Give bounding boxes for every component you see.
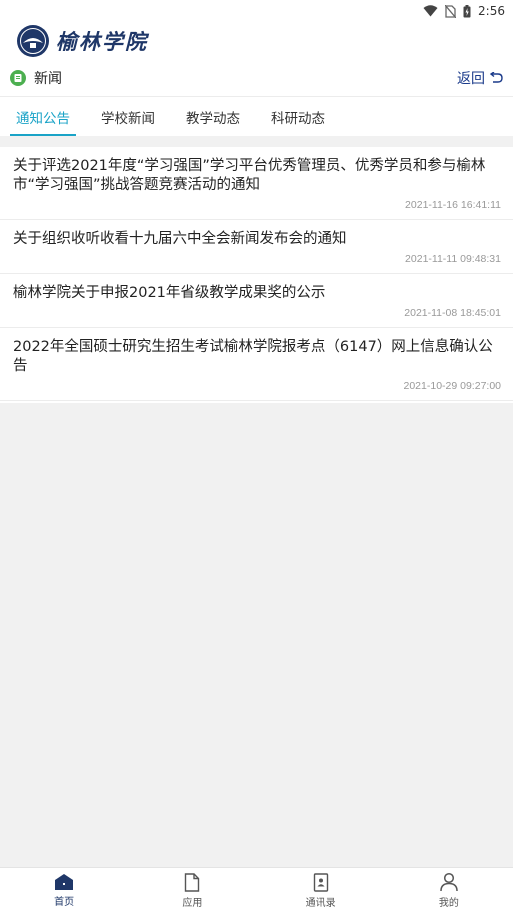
- news-date: 2021-11-08 18:45:01: [404, 307, 501, 319]
- news-date: 2021-11-11 09:48:31: [405, 253, 501, 265]
- news-list: 关于评选2021年度“学习强国”学习平台优秀管理员、优秀学员和参与榆林市“学习强…: [0, 147, 513, 403]
- news-title: 关于评选2021年度“学习强国”学习平台优秀管理员、优秀学员和参与榆林市“学习强…: [13, 158, 486, 193]
- tab-notices[interactable]: 通知公告: [10, 97, 76, 136]
- news-title: 关于组织收听收看十九届六中全会新闻发布会的通知: [13, 231, 347, 247]
- back-button[interactable]: 返回: [457, 68, 503, 88]
- wifi-icon: [423, 5, 438, 17]
- news-title: 2022年全国硕士研究生招生考试榆林学院报考点（6147）网上信息确认公告: [13, 339, 493, 374]
- status-time: 2:56: [478, 4, 505, 18]
- nav-label: 首页: [54, 897, 75, 908]
- nav-profile[interactable]: 我的: [414, 872, 484, 909]
- no-sim-icon: [445, 4, 457, 18]
- contacts-icon: [313, 872, 328, 892]
- tab-teaching-news[interactable]: 教学动态: [180, 97, 246, 136]
- app-header: 榆林学院: [0, 22, 513, 60]
- nav-label: 我的: [438, 898, 459, 909]
- person-icon: [440, 872, 458, 892]
- section-title: 新闻: [34, 71, 62, 87]
- section-header: 新闻 返回: [0, 60, 513, 96]
- university-emblem-icon: [17, 25, 49, 57]
- back-label: 返回: [457, 71, 485, 87]
- list-gap: [0, 136, 513, 147]
- news-section-icon: [10, 70, 26, 86]
- news-date: 2021-10-29 09:27:00: [403, 380, 502, 392]
- news-item[interactable]: 关于评选2021年度“学习强国”学习平台优秀管理员、优秀学员和参与榆林市“学习强…: [0, 147, 513, 220]
- news-item[interactable]: 2022年全国硕士研究生招生考试榆林学院报考点（6147）网上信息确认公告 20…: [0, 328, 513, 401]
- news-item[interactable]: 榆林学院关于申报2021年省级教学成果奖的公示 2021-11-08 18:45…: [0, 274, 513, 328]
- tab-research-news[interactable]: 科研动态: [265, 97, 331, 136]
- nav-label: 通讯录: [305, 897, 336, 909]
- university-logo-text: 榆林学院: [56, 29, 148, 54]
- bottom-nav: 首页 应用 通讯录 我的: [0, 867, 513, 913]
- return-arrow-icon: [489, 72, 503, 83]
- battery-icon: [463, 4, 471, 17]
- nav-label: 应用: [182, 897, 203, 909]
- news-item[interactable]: 关于组织收听收看十九届六中全会新闻发布会的通知 2021-11-11 09:48…: [0, 220, 513, 274]
- home-icon: [55, 874, 74, 890]
- nav-home[interactable]: 首页: [29, 873, 99, 908]
- news-title: 榆林学院关于申报2021年省级教学成果奖的公示: [13, 285, 326, 301]
- nav-contacts[interactable]: 通讯录: [286, 872, 356, 909]
- document-icon: [185, 872, 200, 892]
- news-tabs: 通知公告 学校新闻 教学动态 科研动态: [0, 96, 513, 136]
- tab-school-news[interactable]: 学校新闻: [95, 97, 161, 136]
- news-date: 2021-11-16 16:41:11: [405, 199, 501, 211]
- status-bar: 2:56: [0, 0, 513, 22]
- nav-apps[interactable]: 应用: [157, 872, 227, 909]
